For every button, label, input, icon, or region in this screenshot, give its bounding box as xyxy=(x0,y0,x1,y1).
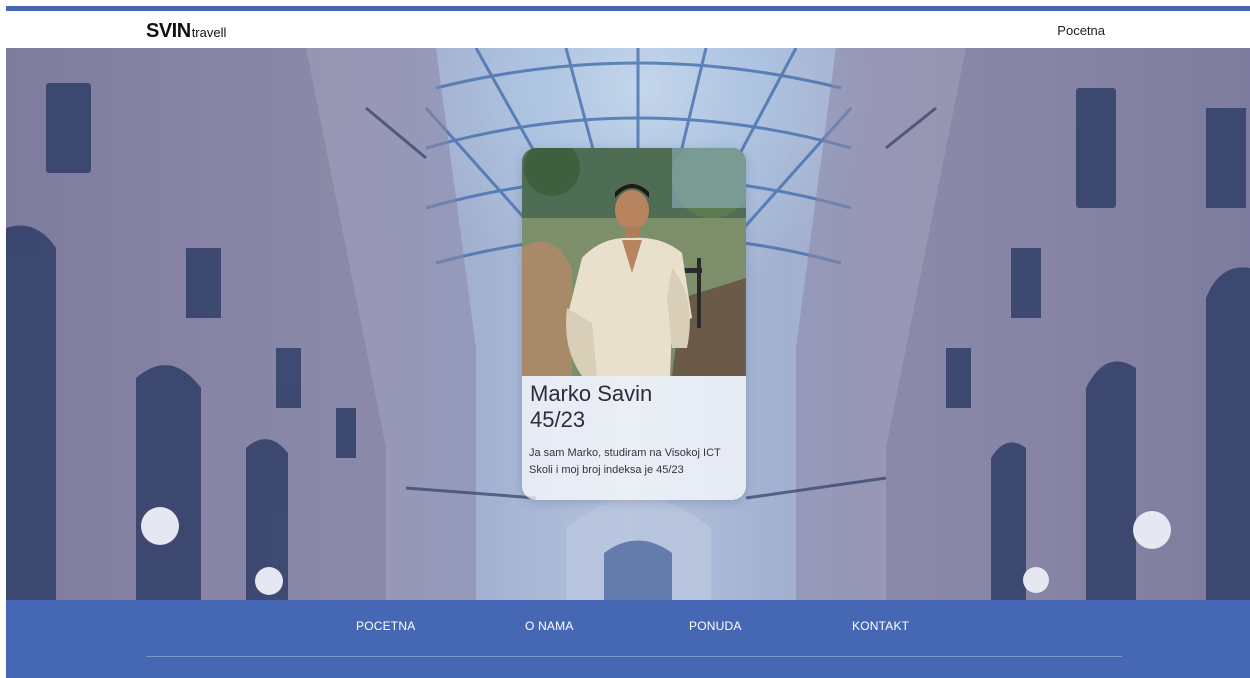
footer-link-pocetna[interactable]: POCETNA xyxy=(356,619,415,633)
footer-divider xyxy=(146,656,1122,657)
footer-link-o-nama[interactable]: O NAMA xyxy=(525,619,574,633)
site-logo[interactable]: SVIN travell xyxy=(146,20,226,42)
nav-link-pocetna[interactable]: Pocetna xyxy=(1057,23,1105,38)
profile-card: Marko Savin 45/23 Ja sam Marko, studiram… xyxy=(522,148,746,500)
logo-subtitle: travell xyxy=(191,25,227,40)
logo-mark: SVIN xyxy=(146,20,191,42)
footer-link-kontakt[interactable]: KONTAKT xyxy=(852,619,909,633)
site-header: SVIN travell Pocetna xyxy=(6,11,1250,48)
hero-background: Marko Savin 45/23 Ja sam Marko, studiram… xyxy=(6,48,1250,600)
profile-name-text: Marko Savin xyxy=(530,381,653,406)
footer-nav: POCETNA O NAMA PONUDA KONTAKT xyxy=(6,619,1250,635)
profile-index: 45/23 xyxy=(530,407,586,432)
site-footer: POCETNA O NAMA PONUDA KONTAKT xyxy=(6,600,1250,678)
footer-link-ponuda[interactable]: PONUDA xyxy=(689,619,742,633)
profile-name: Marko Savin 45/23 xyxy=(530,381,740,433)
profile-photo xyxy=(522,148,746,376)
profile-bio: Ja sam Marko, studiram na Visokoj ICT Sk… xyxy=(529,447,721,476)
